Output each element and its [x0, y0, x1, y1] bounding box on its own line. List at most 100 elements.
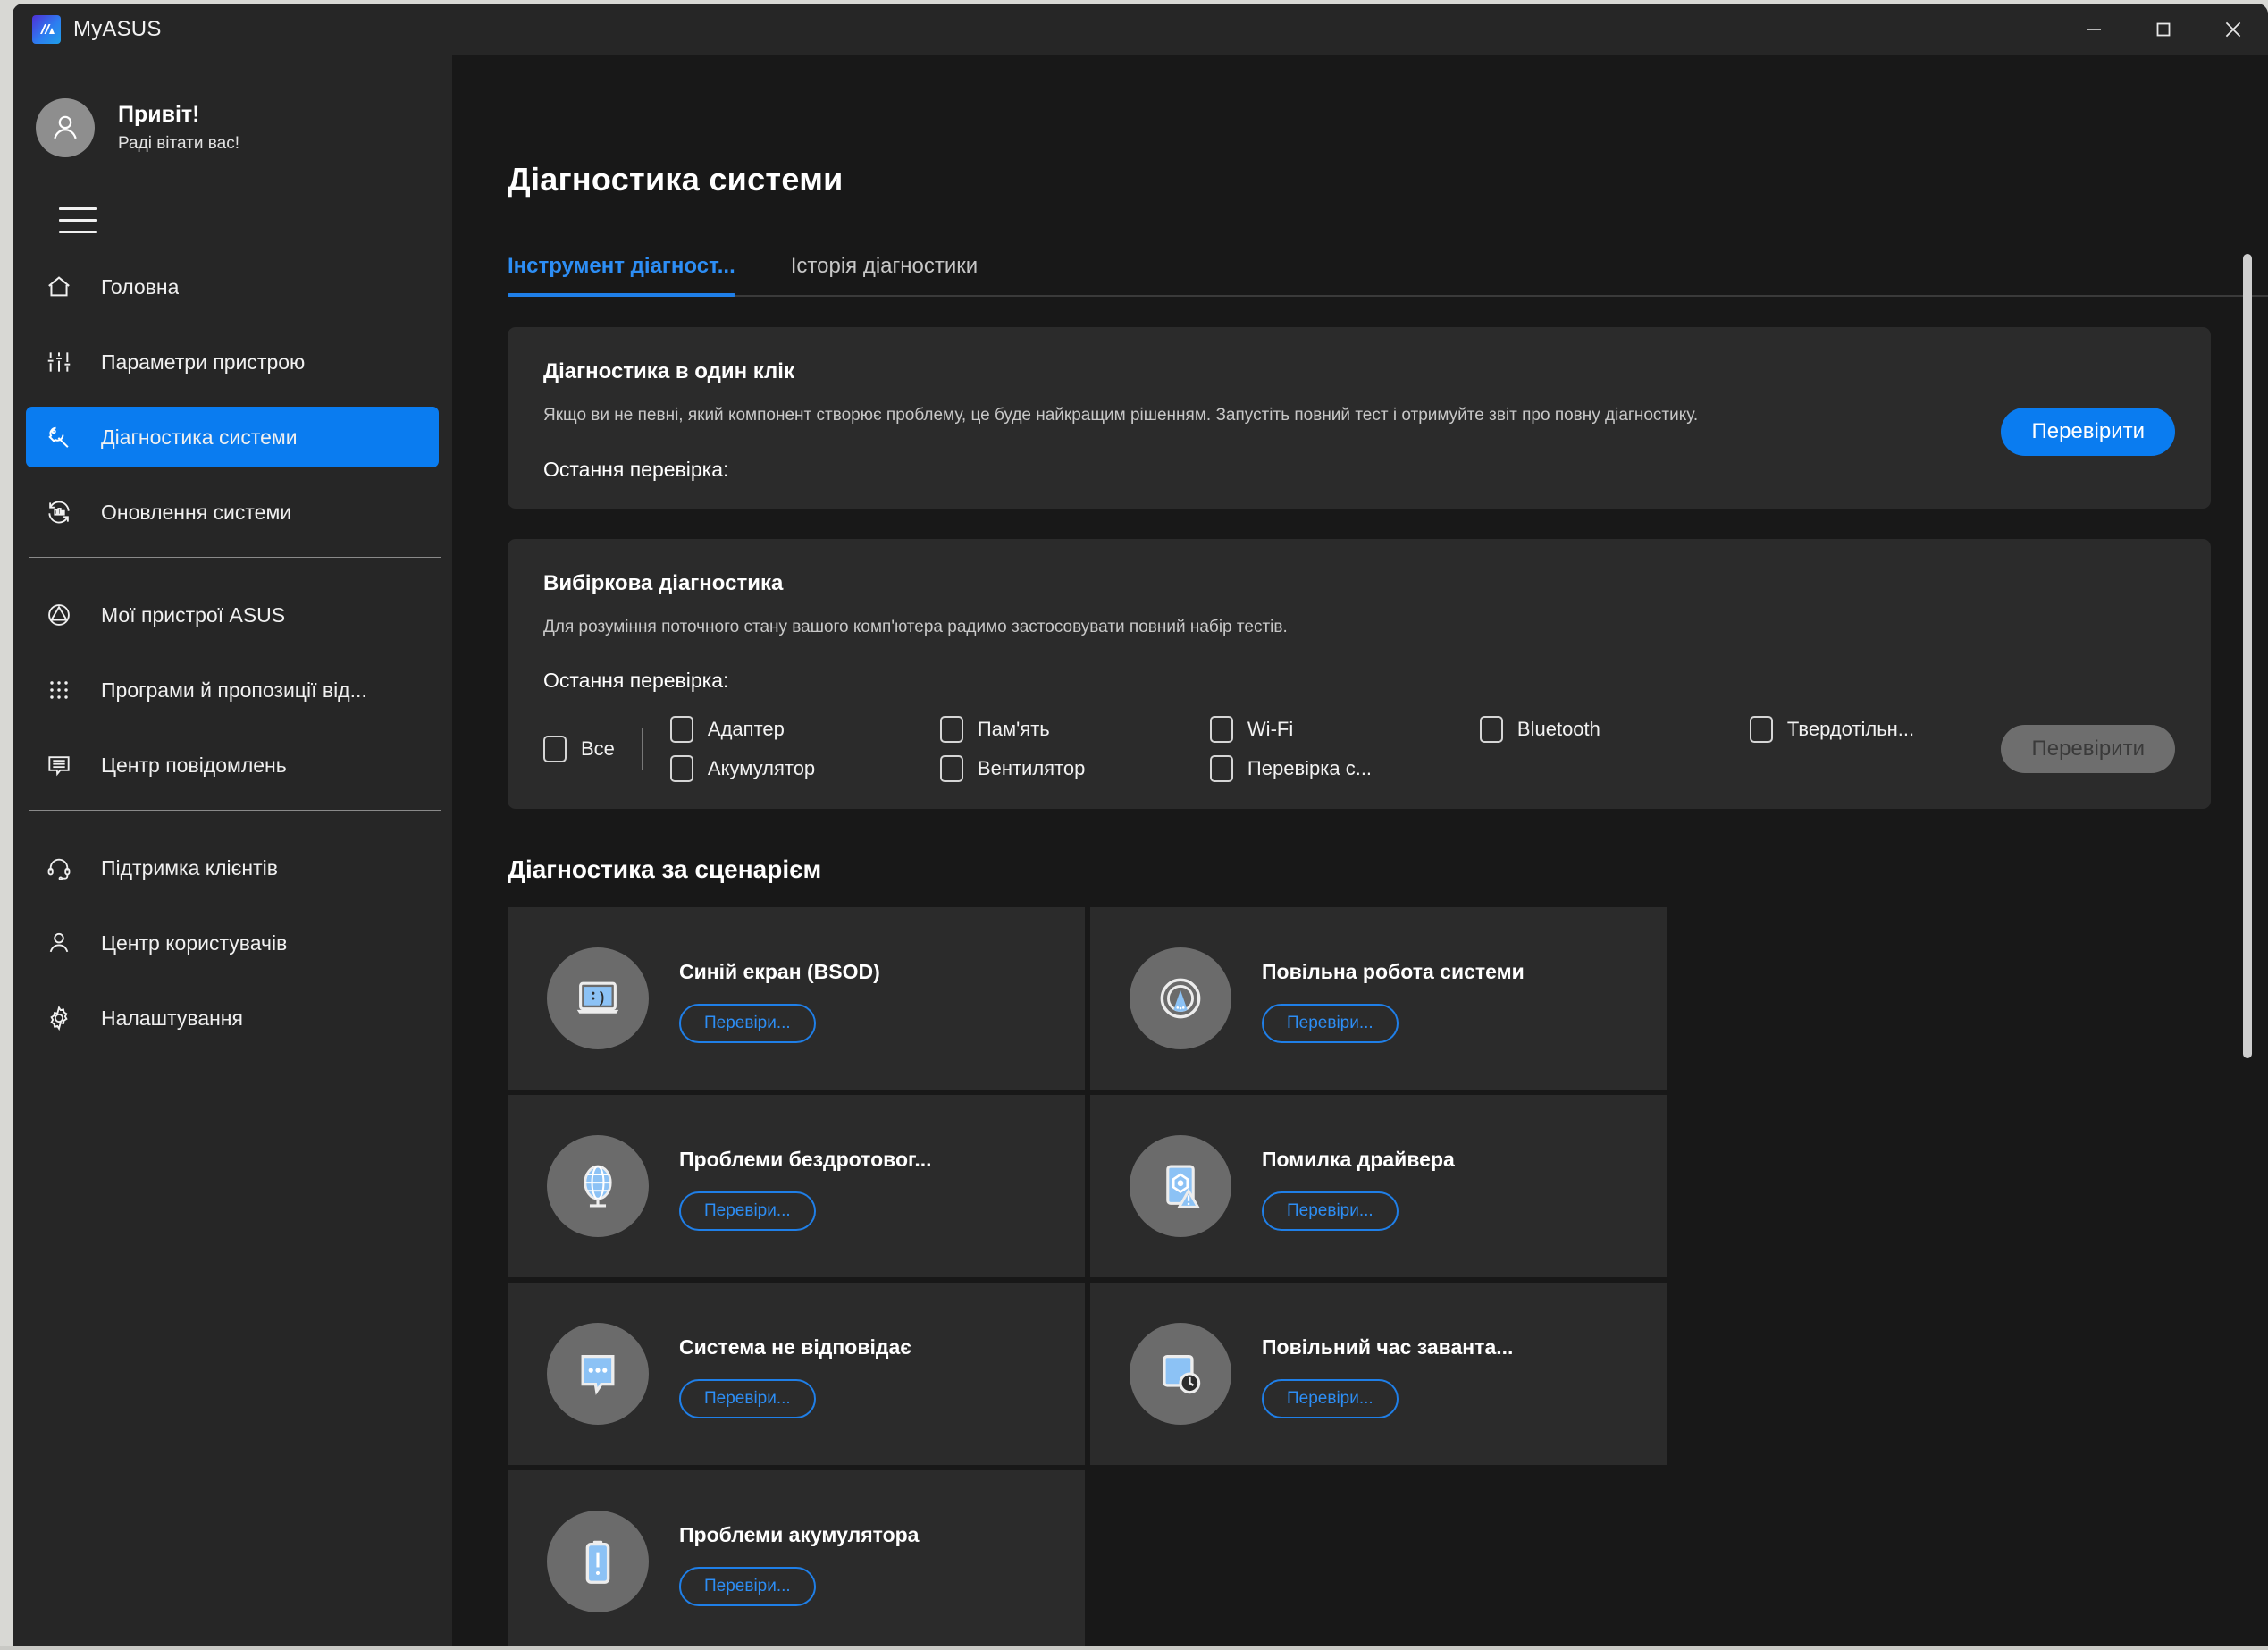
chat-dots-icon: [547, 1323, 649, 1426]
scenario-card-battery[interactable]: Проблеми акумулятора Перевіри...: [508, 1470, 1085, 1650]
user-profile-block[interactable]: Привіт! Раді вітати вас!: [13, 64, 452, 172]
hamburger-bar: [59, 231, 97, 233]
scenario-check-button[interactable]: Перевіри...: [679, 1378, 816, 1418]
panel-title: Вибіркова діагностика: [543, 570, 784, 595]
one-click-check-button[interactable]: Перевірити: [2001, 408, 2175, 456]
scenario-card-slow-system[interactable]: Повільна робота системи Перевіри...: [1090, 907, 1667, 1090]
scenario-card-slow-boot[interactable]: Повільний час заванта... Перевіри...: [1090, 1283, 1667, 1466]
sidebar-item-message-center[interactable]: Центр повідомлень: [26, 735, 439, 796]
sidebar-item-user-center[interactable]: Центр користувачів: [26, 913, 439, 973]
sidebar-nav-group-support: Підтримка клієнтів Центр користувачів На…: [13, 838, 452, 1048]
checkbox-box[interactable]: [1209, 755, 1233, 783]
tab-active-underline: [508, 293, 735, 297]
sidebar-item-system-update[interactable]: Оновлення системи: [26, 482, 439, 543]
desktop-background-strip: [0, 1646, 2268, 1650]
hamburger-icon[interactable]: [13, 172, 120, 257]
checkbox-system-check[interactable]: Перевірка с...: [1209, 755, 1480, 783]
checkbox-box[interactable]: [1209, 716, 1233, 744]
scenario-card-body: Система не відповідає Перевіри...: [679, 1330, 911, 1418]
last-check-label: Остання перевірка:: [543, 669, 729, 693]
minimize-button[interactable]: [2059, 4, 2129, 55]
sidebar-divider: [29, 557, 441, 558]
sidebar-item-label: Налаштування: [101, 1006, 243, 1030]
maximize-button[interactable]: [2129, 4, 2198, 55]
checkbox-bluetooth[interactable]: Bluetooth: [1479, 716, 1750, 744]
hamburger-bar: [59, 219, 97, 222]
scenario-card-title: Повільна робота системи: [1262, 959, 1525, 983]
scenario-check-button[interactable]: Перевіри...: [1262, 1003, 1399, 1043]
selective-check-button[interactable]: Перевірити: [2001, 725, 2175, 774]
vertical-scrollbar[interactable]: [2243, 254, 2252, 1575]
checkbox-select-all[interactable]: Все: [543, 736, 615, 763]
app-title: MyASUS: [73, 17, 162, 41]
last-check-label: Остання перевірка:: [543, 457, 729, 481]
checkbox-column: Адаптер Акумулятор: [669, 716, 940, 783]
sidebar-item-label: Центр користувачів: [101, 930, 288, 955]
checkbox-box[interactable]: [1749, 716, 1773, 744]
user-text: Привіт! Раді вітати вас!: [118, 102, 239, 154]
headset-icon: [42, 851, 76, 885]
scenario-check-button[interactable]: Перевіри...: [679, 1566, 816, 1606]
sidebar-item-label: Центр повідомлень: [101, 753, 287, 777]
checkbox-wifi[interactable]: Wi-Fi: [1209, 716, 1480, 744]
tab-diagnostic-history[interactable]: Історія діагностики: [791, 254, 978, 297]
checkbox-column: Твердотільн...: [1749, 716, 2020, 782]
boot-time-icon: [1130, 1323, 1231, 1426]
scrollbar-thumb[interactable]: [2243, 254, 2252, 1058]
checkbox-memory[interactable]: Пам'ять: [939, 716, 1210, 744]
checkbox-label: Вентилятор: [977, 757, 1086, 780]
checkbox-box[interactable]: [543, 736, 567, 763]
scenario-card-title: Повільний час заванта...: [1262, 1334, 1514, 1359]
scenario-card-title: Синій екран (BSOD): [679, 959, 880, 983]
selective-diagnostics-panel: Вибіркова діагностика Для розуміння пото…: [508, 538, 2211, 810]
tab-bar: Інструмент діагност... Історія діагности…: [508, 254, 2268, 297]
sidebar-item-my-asus-devices[interactable]: Мої пристрої ASUS: [26, 585, 439, 645]
checkbox-box[interactable]: [1479, 716, 1503, 744]
tab-diagnostic-tool[interactable]: Інструмент діагност...: [508, 254, 735, 297]
main-scroll-area: Діагностика системи Інструмент діагност.…: [452, 55, 2268, 1650]
greeting-subtitle: Раді вітати вас!: [118, 134, 239, 153]
checkbox-box[interactable]: [939, 716, 963, 744]
component-checkbox-area: Все Адаптер Акумулятор Пам'ять Вентилято…: [543, 716, 2175, 783]
scenario-card-wireless[interactable]: Проблеми бездротовог... Перевіри...: [508, 1095, 1085, 1278]
sidebar-divider: [29, 810, 441, 811]
checkbox-column: Пам'ять Вентилятор: [939, 716, 1210, 783]
checkbox-box[interactable]: [939, 755, 963, 783]
scenario-check-button[interactable]: Перевіри...: [1262, 1191, 1399, 1231]
sidebar-item-home[interactable]: Головна: [26, 257, 439, 317]
window-controls: [2059, 4, 2268, 55]
sidebar-item-label: Підтримка клієнтів: [101, 855, 278, 880]
scenario-check-button[interactable]: Перевіри...: [679, 1191, 816, 1231]
avatar: [36, 98, 95, 157]
scenario-check-button[interactable]: Перевіри...: [1262, 1378, 1399, 1418]
scenario-card-unresponsive[interactable]: Система не відповідає Перевіри...: [508, 1283, 1085, 1466]
sidebar-item-settings[interactable]: Налаштування: [26, 988, 439, 1048]
update-icon: [42, 495, 76, 529]
sidebar-nav-group-services: Мої пристрої ASUS Програми й пропозиції …: [13, 585, 452, 796]
scenario-card-driver-error[interactable]: Помилка драйвера Перевіри...: [1090, 1095, 1667, 1278]
sidebar-item-system-diagnostics[interactable]: Діагностика системи: [26, 407, 439, 467]
scenario-card-bsod[interactable]: Синій екран (BSOD) Перевіри...: [508, 907, 1085, 1090]
sidebar-item-customer-support[interactable]: Підтримка клієнтів: [26, 838, 439, 898]
one-click-diagnostics-panel: Діагностика в один клік Якщо ви не певні…: [508, 327, 2211, 509]
checkbox-battery[interactable]: Акумулятор: [669, 755, 940, 783]
sidebar-item-label: Параметри пристрою: [101, 349, 306, 374]
sidebar-item-apps-offers[interactable]: Програми й пропозиції від...: [26, 660, 439, 720]
panel-description: Якщо ви не певні, який компонент створює…: [543, 406, 1699, 425]
sidebar-item-label: Головна: [101, 274, 180, 299]
app-window: MyASUS Привіт! Раді вітати вас! Головна …: [13, 4, 2268, 1650]
sidebar-item-label: Діагностика системи: [101, 425, 298, 449]
close-button[interactable]: [2198, 4, 2268, 55]
checkbox-label: Адаптер: [707, 718, 785, 741]
checkbox-box[interactable]: [669, 755, 693, 783]
checkbox-ssd[interactable]: Твердотільн...: [1749, 716, 2020, 744]
scenario-card-body: Повільна робота системи Перевіри...: [1262, 955, 1525, 1043]
sidebar-item-label: Програми й пропозиції від...: [101, 678, 367, 702]
scenario-card-title: Проблеми акумулятора: [679, 1522, 920, 1546]
checkbox-fan[interactable]: Вентилятор: [939, 755, 1210, 783]
checkbox-box[interactable]: [669, 716, 693, 744]
checkbox-label: Акумулятор: [707, 757, 816, 780]
sidebar-item-device-settings[interactable]: Параметри пристрою: [26, 332, 439, 392]
scenario-check-button[interactable]: Перевіри...: [679, 1003, 816, 1043]
checkbox-adapter[interactable]: Адаптер: [669, 716, 940, 744]
